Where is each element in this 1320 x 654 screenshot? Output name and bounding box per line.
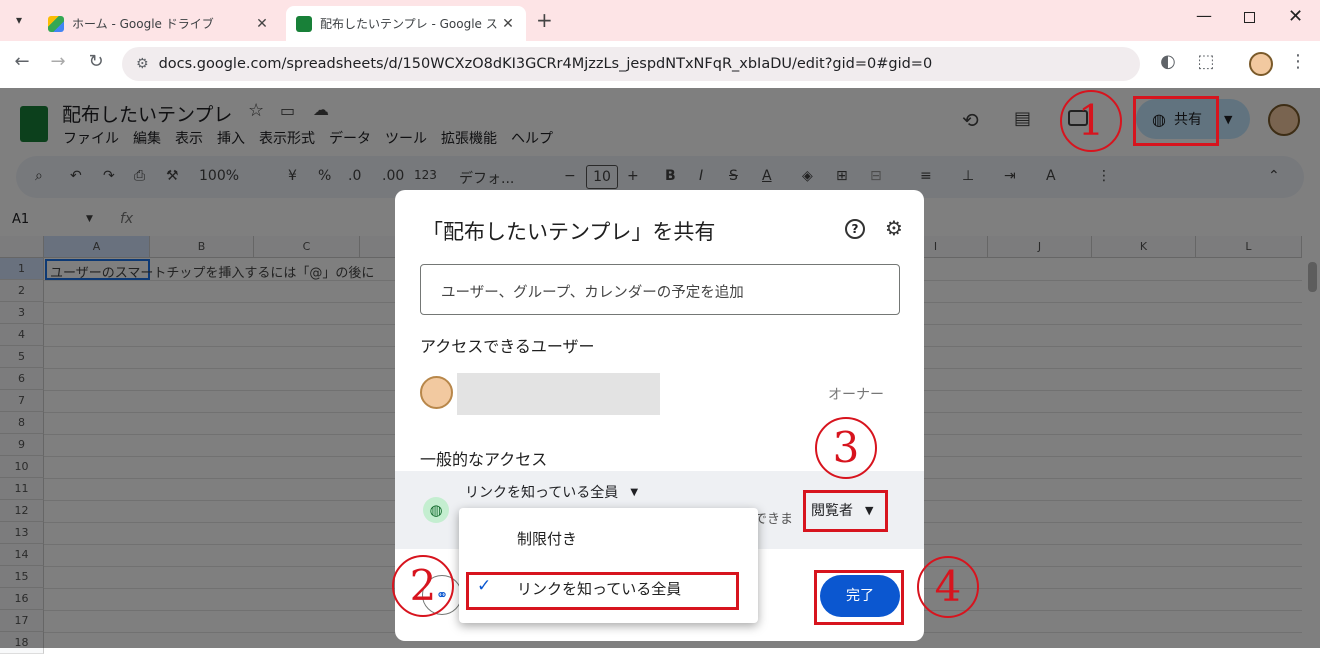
access-select[interactable]: リンクを知っている全員 ▼ [465, 482, 638, 502]
google-sheets-icon [296, 15, 312, 32]
forward-icon[interactable]: → [46, 51, 70, 72]
owner-role: オーナー [828, 387, 884, 403]
owner-avatar [420, 376, 453, 409]
general-access-heading: 一般的なアクセス [420, 450, 548, 469]
url-text: docs.google.com/spreadsheets/d/150WCXzO8… [158, 56, 933, 72]
password-icon[interactable]: ◐ [1156, 51, 1180, 72]
owner-name-redacted [457, 373, 660, 415]
globe-icon: ◍ [423, 497, 449, 523]
done-button-highlight [814, 570, 904, 625]
site-info-icon[interactable]: ⚙ [136, 56, 149, 72]
access-select-value: リンクを知っている全員 [465, 485, 619, 501]
tab-search-button[interactable]: ▾ [9, 10, 29, 30]
share-button-highlight [1133, 96, 1219, 146]
access-description: できま [754, 512, 794, 527]
menu-option-restricted[interactable]: 制限付き [459, 526, 758, 552]
profile-avatar[interactable] [1249, 52, 1273, 76]
close-tab-icon[interactable]: ✕ [252, 16, 272, 32]
reload-icon[interactable]: ↻ [84, 51, 108, 72]
chevron-down-icon: ▼ [630, 486, 639, 498]
tab-strip: ▾ ホーム - Google ドライブ ✕ 配布したいテンプレ - Google… [0, 0, 1320, 41]
tab-title: ホーム - Google ドライブ [72, 17, 214, 31]
tab-sheets[interactable]: 配布したいテンプレ - Google スプレ ✕ [286, 6, 526, 41]
callout-3: 3 [815, 417, 877, 479]
role-select-highlight [803, 490, 888, 532]
callout-1: 1 [1060, 90, 1122, 152]
back-icon[interactable]: ← [10, 51, 34, 72]
google-drive-icon [48, 15, 64, 32]
callout-4: 4 [917, 556, 979, 618]
close-tab-icon[interactable]: ✕ [498, 16, 518, 32]
callout-2: 2 [392, 555, 454, 617]
tab-title: 配布したいテンプレ - Google スプレ [320, 17, 498, 31]
tab-drive[interactable]: ホーム - Google ドライブ ✕ [38, 6, 280, 41]
add-people-placeholder: ユーザー、グループ、カレンダーの予定を追加 [441, 285, 744, 301]
help-icon[interactable]: ? [845, 219, 865, 239]
option-label: 制限付き [517, 530, 578, 548]
browser-menu-icon[interactable]: ⋮ [1286, 51, 1310, 72]
extensions-icon[interactable]: ⬚ [1194, 51, 1218, 72]
add-people-input[interactable]: ユーザー、グループ、カレンダーの予定を追加 [420, 264, 900, 315]
restore-icon[interactable] [1244, 12, 1255, 23]
dialog-title: 「配布したいテンプレ」を共有 [422, 220, 716, 244]
minimize-icon[interactable]: — [1196, 6, 1212, 25]
people-heading: アクセスできるユーザー [420, 337, 595, 356]
new-tab-button[interactable]: + [536, 8, 553, 32]
address-bar[interactable]: ⚙ docs.google.com/spreadsheets/d/150WCXz… [122, 47, 1140, 81]
close-window-icon[interactable]: ✕ [1288, 6, 1303, 27]
anyone-option-highlight [466, 572, 739, 610]
settings-gear-icon[interactable]: ⚙ [885, 216, 903, 240]
